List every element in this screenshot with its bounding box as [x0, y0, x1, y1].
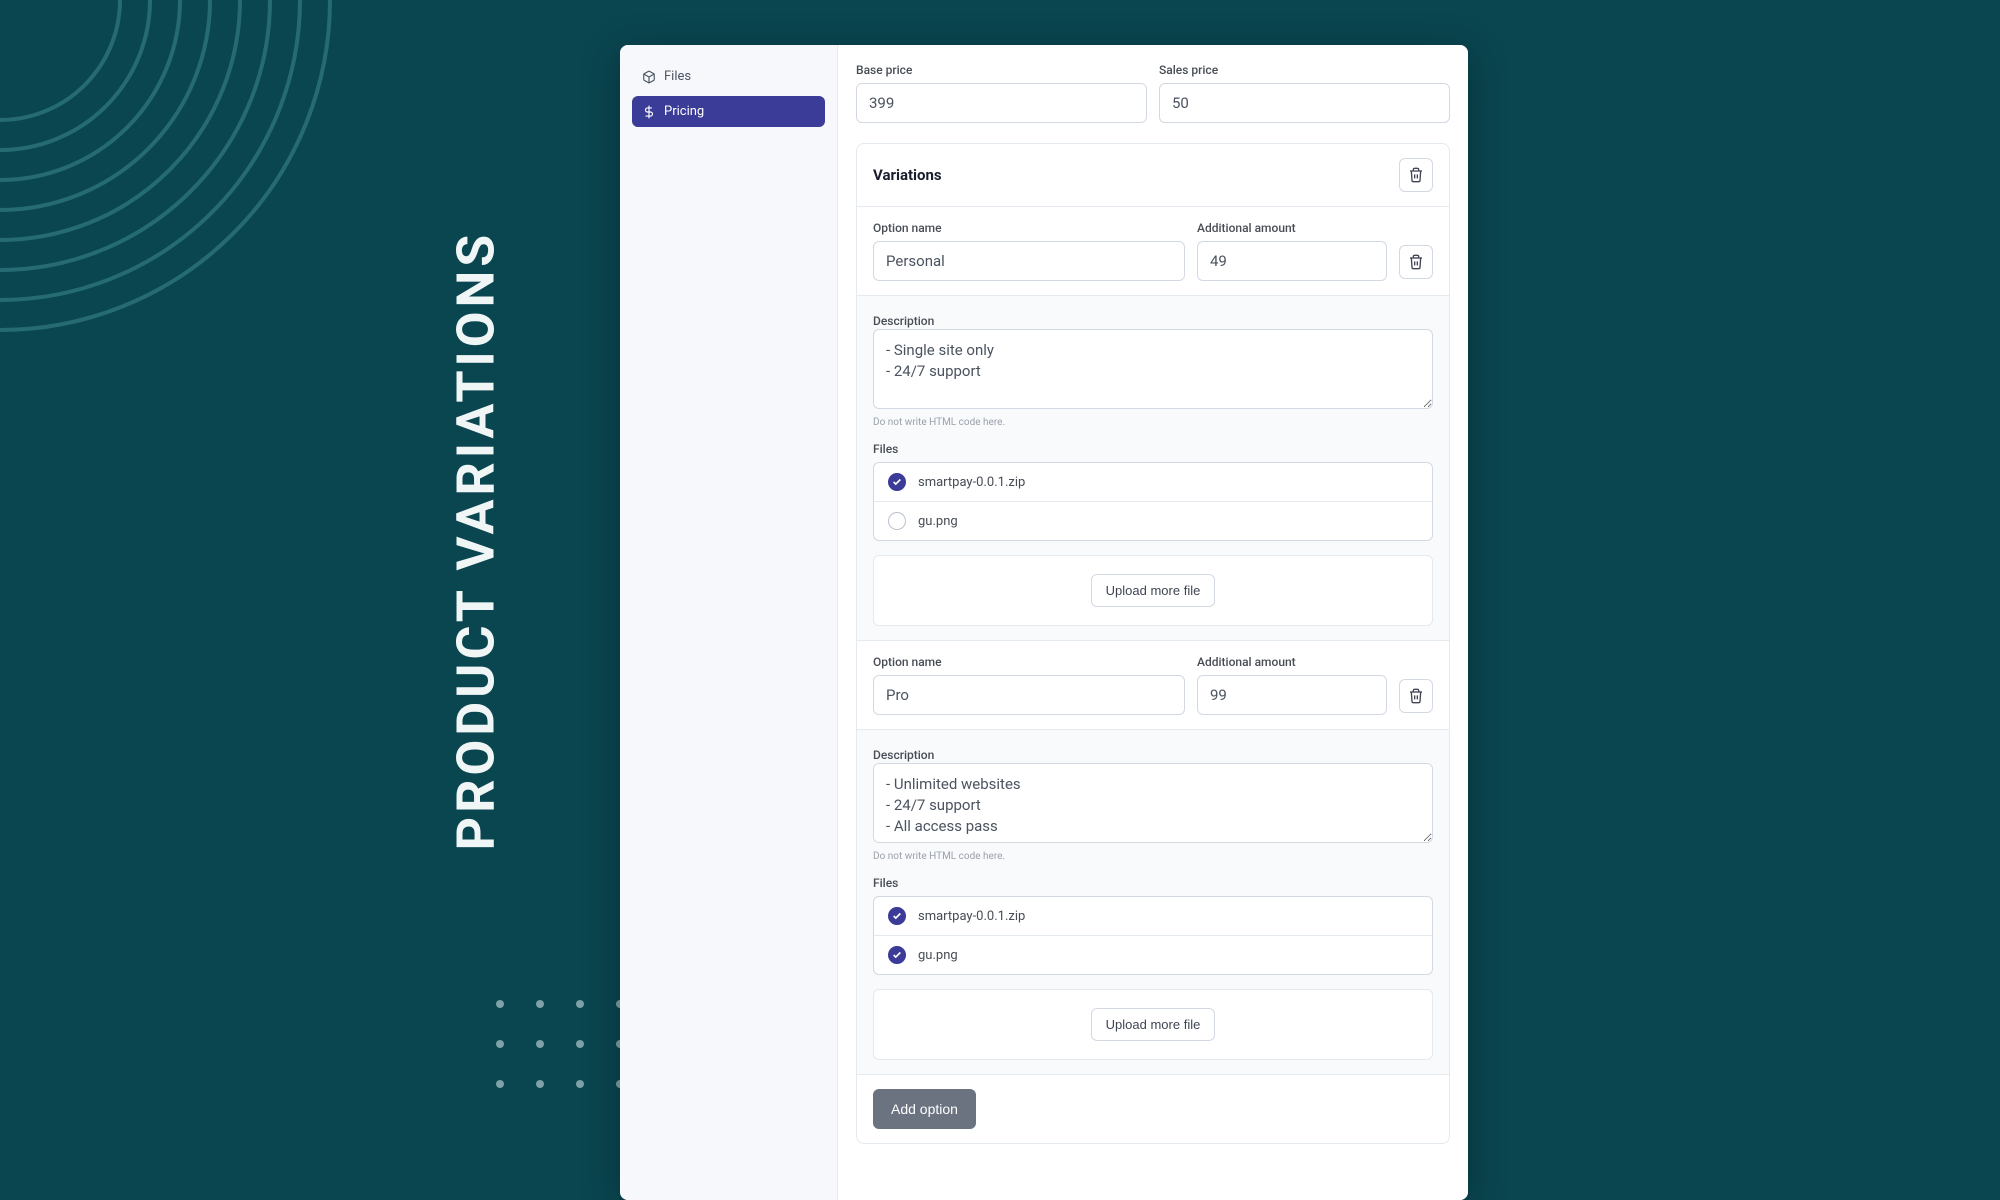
option-name-label: Option name	[873, 221, 1185, 235]
files-label: Files	[873, 876, 1433, 890]
delete-option-button[interactable]	[1399, 245, 1433, 279]
dollar-icon	[642, 105, 656, 119]
add-option-button[interactable]: Add option	[873, 1089, 976, 1129]
additional-amount-input[interactable]	[1197, 675, 1387, 715]
upload-button[interactable]: Upload more file	[1091, 1008, 1216, 1041]
sidebar-item-pricing[interactable]: Pricing	[632, 96, 825, 127]
description-helper: Do not write HTML code here.	[873, 851, 1433, 862]
upload-area: Upload more file	[873, 555, 1433, 626]
sidebar-item-label: Files	[664, 69, 691, 84]
file-option[interactable]: smartpay-0.0.1.zip	[874, 463, 1432, 502]
delete-option-button[interactable]	[1399, 679, 1433, 713]
additional-amount-input[interactable]	[1197, 241, 1387, 281]
description-label: Description	[873, 314, 934, 328]
file-option[interactable]: gu.png	[874, 936, 1432, 974]
decorative-dots	[496, 1000, 624, 1088]
trash-icon	[1408, 167, 1424, 183]
base-price-input[interactable]	[856, 83, 1147, 123]
app-window: Files Pricing Base price Sales price Var…	[620, 45, 1468, 1200]
file-name: smartpay-0.0.1.zip	[918, 475, 1025, 490]
file-option[interactable]: gu.png	[874, 502, 1432, 540]
upload-area: Upload more file	[873, 989, 1433, 1060]
description-label: Description	[873, 748, 934, 762]
delete-variations-button[interactable]	[1399, 158, 1433, 192]
file-name: smartpay-0.0.1.zip	[918, 909, 1025, 924]
variation-option: Option name Additional amount Descriptio…	[857, 641, 1449, 1075]
description-helper: Do not write HTML code here.	[873, 417, 1433, 428]
main-content: Base price Sales price Variations Option…	[838, 45, 1468, 1200]
trash-icon	[1408, 688, 1424, 704]
base-price-label: Base price	[856, 63, 1147, 77]
file-list: smartpay-0.0.1.zip gu.png	[873, 896, 1433, 975]
variation-option: Option name Additional amount Descriptio…	[857, 207, 1449, 641]
sales-price-input[interactable]	[1159, 83, 1450, 123]
file-name: gu.png	[918, 514, 958, 529]
description-textarea[interactable]	[873, 763, 1433, 843]
file-option[interactable]: smartpay-0.0.1.zip	[874, 897, 1432, 936]
page-title: PRODUCT VARIATIONS	[446, 231, 507, 851]
sidebar: Files Pricing	[620, 45, 838, 1200]
file-name: gu.png	[918, 948, 958, 963]
option-name-input[interactable]	[873, 241, 1185, 281]
file-list: smartpay-0.0.1.zip gu.png	[873, 462, 1433, 541]
upload-button[interactable]: Upload more file	[1091, 574, 1216, 607]
radio-unchecked-icon	[888, 512, 906, 530]
package-icon	[642, 70, 656, 84]
additional-amount-label: Additional amount	[1197, 221, 1387, 235]
decorative-arcs	[0, 0, 340, 340]
variations-panel: Variations Option name Additional amount	[856, 143, 1450, 1144]
checkmark-icon	[888, 907, 906, 925]
checkmark-icon	[888, 946, 906, 964]
sidebar-item-label: Pricing	[664, 104, 704, 119]
sales-price-label: Sales price	[1159, 63, 1450, 77]
checkmark-icon	[888, 473, 906, 491]
option-name-label: Option name	[873, 655, 1185, 669]
variations-heading: Variations	[873, 166, 942, 184]
additional-amount-label: Additional amount	[1197, 655, 1387, 669]
sidebar-item-files[interactable]: Files	[632, 61, 825, 92]
description-textarea[interactable]	[873, 329, 1433, 409]
trash-icon	[1408, 254, 1424, 270]
option-name-input[interactable]	[873, 675, 1185, 715]
files-label: Files	[873, 442, 1433, 456]
